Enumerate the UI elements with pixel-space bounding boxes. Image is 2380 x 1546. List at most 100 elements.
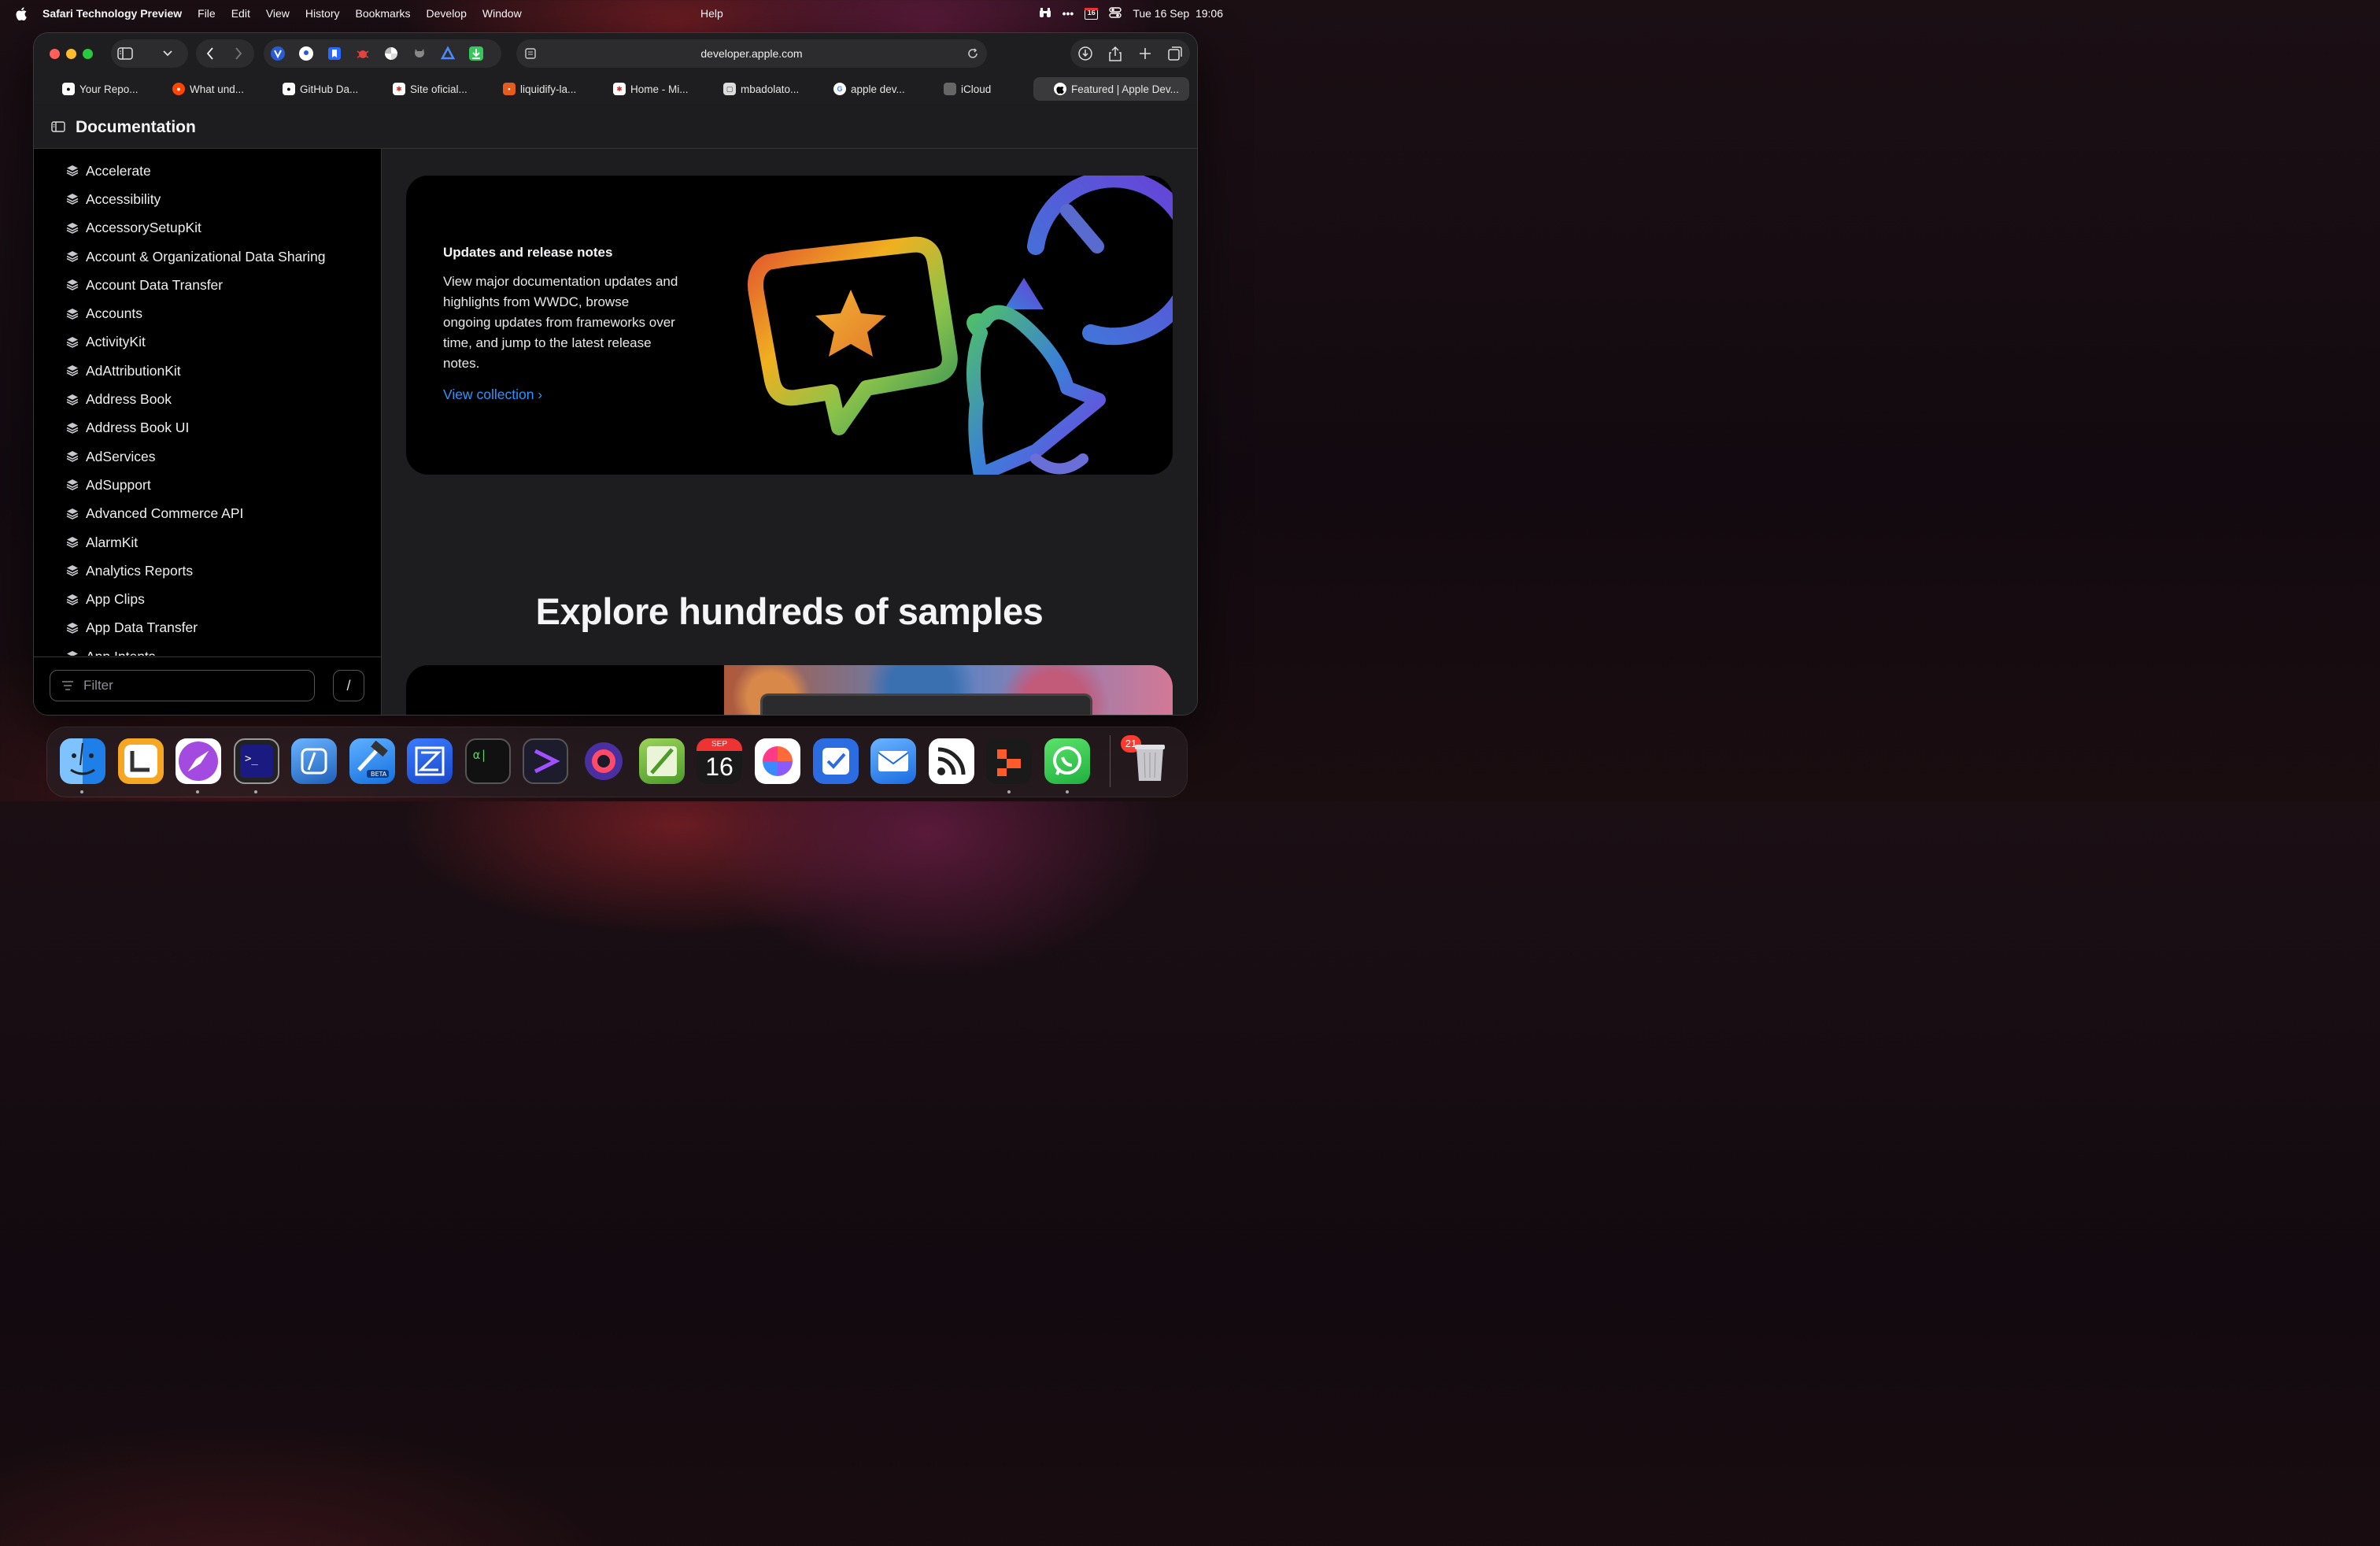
menu-window[interactable]: Window	[475, 7, 530, 20]
new-tab-icon[interactable]	[1131, 39, 1159, 68]
sidebar-item[interactable]: Address Book UI	[34, 414, 381, 442]
mail-app-icon[interactable]	[870, 738, 916, 784]
menu-edit[interactable]: Edit	[224, 7, 258, 20]
menu-app-name[interactable]: Safari Technology Preview	[42, 7, 190, 20]
back-button-icon[interactable]	[196, 39, 224, 68]
craft-app-icon[interactable]	[755, 738, 800, 784]
sidebar-item-label: AlarmKit	[86, 534, 139, 550]
sidebar-item[interactable]: AdSupport	[34, 471, 381, 499]
featured-description: View major documentation updates and hig…	[443, 274, 678, 371]
share-icon[interactable]	[1101, 39, 1129, 68]
tab-icloud[interactable]: iCloud	[922, 77, 1032, 101]
page-title[interactable]: Documentation	[76, 118, 196, 137]
sidebar-item[interactable]: Address Book	[34, 385, 381, 413]
sidebar-item[interactable]: AdServices	[34, 442, 381, 471]
more-status-icon[interactable]: •••	[1062, 7, 1074, 20]
downloads-icon[interactable]	[1071, 39, 1099, 68]
menu-view[interactable]: View	[258, 7, 298, 20]
sidebar-item[interactable]: Accessibility	[34, 185, 381, 213]
safari-window: developer.apple.com ● Your Repo... ● Wha…	[34, 33, 1197, 715]
vimari-extension-icon[interactable]	[264, 39, 292, 68]
xcode-beta-icon[interactable]: BETA	[349, 738, 395, 784]
calendar-status-icon[interactable]: 16	[1085, 7, 1099, 20]
apple-icon	[944, 83, 956, 95]
pencil-app-icon[interactable]	[639, 738, 685, 784]
sidebar-item[interactable]: App Data Transfer	[34, 614, 381, 642]
bug-extension-icon[interactable]	[349, 39, 377, 68]
address-bar[interactable]: developer.apple.com	[516, 39, 987, 68]
github-extension-icon[interactable]	[405, 39, 434, 68]
sidebar-item[interactable]: App Clips	[34, 585, 381, 613]
calendar-month: SEP	[697, 738, 742, 751]
safari-technology-preview-icon[interactable]	[176, 738, 221, 784]
tab-your-repo[interactable]: ● Your Repo...	[40, 77, 150, 101]
filter-icon	[62, 681, 73, 690]
sidebar-item[interactable]: Analytics Reports	[34, 557, 381, 585]
clock-datetime[interactable]: Tue 16 Sep 19:06	[1133, 7, 1223, 20]
terminal-alpha-icon[interactable]: α|	[465, 738, 511, 784]
tab-group-chevron-down-icon[interactable]	[153, 39, 182, 68]
close-window-button[interactable]	[50, 49, 60, 59]
sidebar-toggle-icon[interactable]	[111, 39, 139, 68]
sidebar-item[interactable]: Accelerate	[34, 157, 381, 185]
password-extension-icon[interactable]	[292, 39, 320, 68]
menu-bookmarks[interactable]: Bookmarks	[347, 7, 418, 20]
forward-button-icon[interactable]	[224, 39, 253, 68]
sidebar-item-label: App Intents	[86, 649, 156, 656]
sidebar-item[interactable]: AdAttributionKit	[34, 357, 381, 385]
tasks-app-icon[interactable]	[813, 738, 859, 784]
binoculars-icon[interactable]	[1039, 7, 1051, 20]
minimize-window-button[interactable]	[66, 49, 76, 59]
tab-site-oficial[interactable]: ✱ Site oficial...	[371, 77, 481, 101]
menu-file[interactable]: File	[190, 7, 224, 20]
running-indicator	[1066, 790, 1069, 793]
download-extension-icon[interactable]	[462, 39, 490, 68]
tab-home-mi[interactable]: ✱ Home - Mi...	[591, 77, 701, 101]
linear-app-icon[interactable]	[291, 738, 337, 784]
menu-develop[interactable]: Develop	[419, 7, 475, 20]
sidebar-item[interactable]: AccessorySetupKit	[34, 214, 381, 242]
sidebar-item[interactable]: Advanced Commerce API	[34, 500, 381, 528]
release-notes-illustration	[748, 176, 1173, 475]
sidebar-item[interactable]: App Intents	[34, 642, 381, 656]
sidebar-item[interactable]: Accounts	[34, 299, 381, 327]
ghostty-icon[interactable]: >_	[234, 738, 279, 784]
tab-featured-apple-dev[interactable]: Featured | Apple Dev...	[1033, 77, 1189, 101]
sidebar-panel-icon[interactable]	[51, 121, 65, 136]
lasso-app-icon[interactable]	[118, 738, 164, 784]
tab-apple-dev[interactable]: G apple dev...	[811, 77, 922, 101]
filter-input[interactable]: Filter	[50, 670, 315, 701]
menu-help[interactable]: Help	[700, 7, 723, 20]
sidebar-item[interactable]: AlarmKit	[34, 528, 381, 557]
apple-menu-icon[interactable]	[0, 6, 42, 20]
tab-github-da[interactable]: ● GitHub Da...	[261, 77, 371, 101]
zed-editor-icon[interactable]	[407, 738, 453, 784]
view-collection-link[interactable]: View collection ›	[443, 386, 542, 403]
arc-browser-icon[interactable]	[581, 738, 626, 784]
control-center-icon[interactable]	[1109, 6, 1122, 20]
whatsapp-icon[interactable]	[1044, 738, 1090, 784]
calendar-app-icon[interactable]: SEP 16	[697, 738, 742, 784]
framework-stack-icon	[65, 507, 86, 521]
rss-reader-icon[interactable]	[929, 738, 974, 784]
menu-history[interactable]: History	[298, 7, 348, 20]
sidebar-item-label: Advanced Commerce API	[86, 505, 244, 522]
layers-app-icon[interactable]	[986, 738, 1032, 784]
reload-icon[interactable]	[966, 47, 979, 64]
tab-overview-icon[interactable]	[1161, 39, 1189, 68]
finder-icon[interactable]	[60, 738, 105, 784]
prompt-app-icon[interactable]	[523, 738, 568, 784]
tab-mbadolato[interactable]: ▢ mbadolato...	[701, 77, 811, 101]
trash-icon[interactable]	[1127, 738, 1173, 784]
sidebar-item[interactable]: ActivityKit	[34, 328, 381, 357]
sidebar-item[interactable]: Account & Organizational Data Sharing	[34, 242, 381, 271]
bookmark-extension-icon[interactable]	[320, 39, 349, 68]
sidebar-item[interactable]: Account Data Transfer	[34, 271, 381, 299]
tab-what-und[interactable]: ● What und...	[150, 77, 261, 101]
tab-liquidify[interactable]: ▪ liquidify-la...	[481, 77, 591, 101]
zoom-window-button[interactable]	[83, 49, 93, 59]
pinwheel-extension-icon[interactable]	[377, 39, 405, 68]
window-controls	[50, 49, 93, 59]
drive-extension-icon[interactable]	[434, 39, 462, 68]
url-text[interactable]: developer.apple.com	[516, 47, 987, 60]
